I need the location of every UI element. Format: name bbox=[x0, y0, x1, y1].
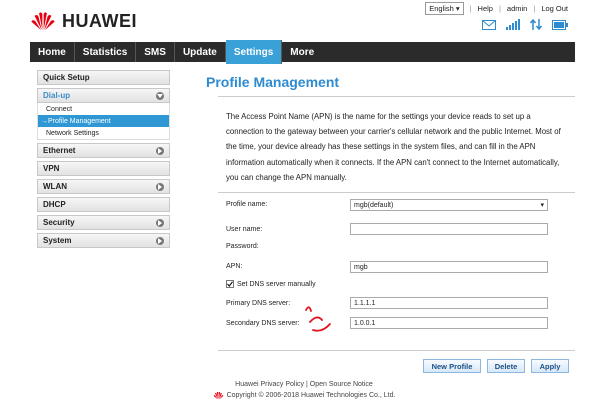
apn-input[interactable]: mgb bbox=[350, 261, 548, 273]
battery-icon bbox=[552, 19, 568, 30]
sidebar-item-vpn[interactable]: VPN bbox=[37, 161, 170, 176]
signal-icon bbox=[506, 19, 520, 30]
chevron-right-icon bbox=[156, 182, 164, 191]
sidebar-subitem-network-settings[interactable]: Network Settings bbox=[37, 127, 170, 139]
nav-more[interactable]: More bbox=[282, 42, 322, 62]
sidebar-item-label: System bbox=[43, 236, 72, 245]
username-input[interactable] bbox=[350, 223, 548, 235]
profile-name-select[interactable]: mgb(default) ▾ bbox=[350, 199, 548, 211]
sidebar-item-system[interactable]: System bbox=[37, 233, 170, 248]
sidebar-item-quick-setup[interactable]: Quick Setup bbox=[37, 70, 170, 85]
handwritten-annotation bbox=[305, 306, 331, 332]
dns-manual-label: Set DNS server manually bbox=[237, 280, 316, 288]
chevron-down-icon bbox=[156, 91, 164, 100]
apply-button[interactable]: Apply bbox=[531, 359, 569, 373]
huawei-logo-icon bbox=[31, 12, 55, 31]
primary-dns-label: Primary DNS server: bbox=[226, 300, 291, 307]
arrow-right-icon: → bbox=[41, 117, 48, 125]
divider bbox=[218, 96, 575, 97]
sidebar-item-dhcp[interactable]: DHCP bbox=[37, 197, 170, 212]
secondary-dns-value: 1.0.0.1 bbox=[354, 319, 376, 327]
logout-link[interactable]: Log Out bbox=[541, 4, 568, 13]
dropdown-arrow-icon: ▾ bbox=[455, 4, 460, 13]
main-nav: Home Statistics SMS Update Settings More bbox=[30, 40, 575, 64]
sidebar-item-label: Security bbox=[43, 218, 75, 227]
language-value: English bbox=[429, 4, 454, 13]
copyright-text: Copyright © 2006-2018 Huawei Technologie… bbox=[226, 392, 396, 399]
language-select[interactable]: English ▾ bbox=[425, 2, 464, 15]
divider bbox=[218, 192, 575, 193]
apn-label: APN: bbox=[226, 263, 243, 270]
huawei-logo-icon bbox=[213, 391, 224, 400]
password-label: Password: bbox=[226, 243, 259, 250]
nav-update[interactable]: Update bbox=[175, 42, 226, 62]
divider bbox=[218, 350, 575, 351]
chevron-right-icon bbox=[156, 146, 164, 155]
open-source-link[interactable]: Open Source Notice bbox=[310, 381, 373, 388]
separator: | bbox=[469, 4, 472, 13]
username: admin bbox=[506, 4, 528, 13]
page-description: The Access Point Name (APN) is the name … bbox=[226, 112, 561, 182]
top-links: English ▾ | Help | admin | Log Out bbox=[425, 2, 568, 15]
sidebar-item-label: Profile Management bbox=[48, 117, 111, 125]
sidebar-item-dialup[interactable]: Dial-up bbox=[37, 88, 170, 103]
nav-sms[interactable]: SMS bbox=[136, 42, 175, 62]
separator: | bbox=[498, 4, 501, 13]
primary-dns-value: 1.1.1.1 bbox=[354, 299, 376, 307]
delete-button[interactable]: Delete bbox=[487, 359, 525, 373]
page-title: Profile Management bbox=[206, 74, 340, 90]
footer-links: Huawei Privacy Policy | Open Source Noti… bbox=[0, 381, 608, 388]
sidebar-item-wlan[interactable]: WLAN bbox=[37, 179, 170, 194]
mail-icon[interactable] bbox=[482, 19, 496, 30]
apn-value: mgb bbox=[354, 263, 368, 271]
copyright: Copyright © 2006-2018 Huawei Technologie… bbox=[0, 391, 608, 400]
sidebar-subitem-connect[interactable]: Connect bbox=[37, 103, 170, 115]
sidebar-item-security[interactable]: Security bbox=[37, 215, 170, 230]
sidebar-item-ethernet[interactable]: Ethernet bbox=[37, 143, 170, 158]
separator: | bbox=[533, 4, 536, 13]
secondary-dns-input[interactable]: 1.0.0.1 bbox=[350, 317, 548, 329]
chevron-right-icon bbox=[156, 236, 164, 245]
brand-logo: HUAWEI bbox=[30, 10, 137, 32]
dropdown-arrow-icon: ▾ bbox=[540, 202, 544, 209]
sidebar-item-label: Dial-up bbox=[43, 91, 71, 100]
sidebar-item-label: DHCP bbox=[43, 200, 66, 209]
secondary-dns-label: Secondary DNS server: bbox=[226, 320, 300, 327]
sidebar: Quick Setup Dial-up Connect → Profile Ma… bbox=[37, 70, 170, 251]
username-label: User name: bbox=[226, 226, 263, 233]
new-profile-button[interactable]: New Profile bbox=[423, 359, 481, 373]
nav-settings[interactable]: Settings bbox=[225, 40, 283, 64]
sidebar-item-label: Ethernet bbox=[43, 146, 76, 155]
privacy-policy-link[interactable]: Huawei Privacy Policy bbox=[235, 381, 304, 388]
sidebar-item-label: VPN bbox=[43, 164, 60, 173]
dns-manual-row: Set DNS server manually bbox=[226, 280, 316, 288]
sidebar-item-label: Quick Setup bbox=[43, 73, 90, 82]
chevron-right-icon bbox=[156, 218, 164, 227]
dns-manual-checkbox[interactable] bbox=[226, 280, 234, 288]
transfer-icon bbox=[530, 19, 542, 30]
nav-statistics[interactable]: Statistics bbox=[75, 42, 137, 62]
brand-name: HUAWEI bbox=[62, 10, 137, 31]
sidebar-subitem-profile-management[interactable]: → Profile Management bbox=[37, 115, 170, 127]
help-link[interactable]: Help bbox=[478, 4, 493, 13]
separator: | bbox=[305, 381, 308, 388]
sidebar-item-label: WLAN bbox=[43, 182, 67, 191]
nav-home[interactable]: Home bbox=[30, 42, 75, 62]
status-icons bbox=[482, 19, 568, 30]
sidebar-submenu-dialup: Connect → Profile Management Network Set… bbox=[37, 103, 170, 140]
profile-name-value: mgb(default) bbox=[354, 201, 394, 209]
primary-dns-input[interactable]: 1.1.1.1 bbox=[350, 297, 548, 309]
profile-name-label: Profile name: bbox=[226, 201, 268, 208]
